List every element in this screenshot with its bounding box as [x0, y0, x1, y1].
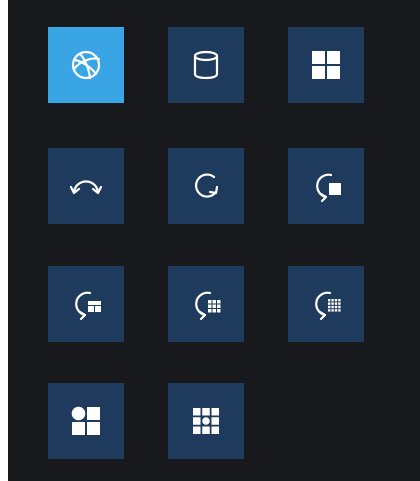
circle-and-squares-icon	[71, 406, 100, 435]
globe-button[interactable]	[48, 27, 124, 103]
database-icon	[193, 50, 219, 80]
rotate-grid-fine-icon	[315, 291, 341, 321]
globe-icon	[71, 50, 101, 80]
arc-arrows-button[interactable]	[48, 148, 124, 224]
tiles-button[interactable]	[288, 27, 364, 103]
rotate-single-square-button[interactable]	[288, 148, 364, 224]
arc-arrows-icon	[69, 180, 103, 195]
database-button[interactable]	[168, 27, 244, 103]
rotate-single-square-icon	[316, 173, 341, 203]
rotate-grid-medium-icon	[195, 291, 221, 321]
rotate-button[interactable]	[168, 148, 244, 224]
rotate-icon	[194, 173, 219, 198]
icon-toolbar-panel	[8, 0, 420, 481]
rotate-grid-fine-button[interactable]	[288, 266, 364, 342]
rotate-grid-small-button[interactable]	[48, 266, 124, 342]
rotate-grid-small-icon	[75, 291, 101, 321]
circle-and-squares-button[interactable]	[48, 383, 124, 459]
tiles-2x2-icon	[312, 51, 340, 79]
grid-dot-button[interactable]	[168, 383, 244, 459]
rotate-grid-medium-button[interactable]	[168, 266, 244, 342]
grid-dot-icon	[193, 408, 219, 434]
